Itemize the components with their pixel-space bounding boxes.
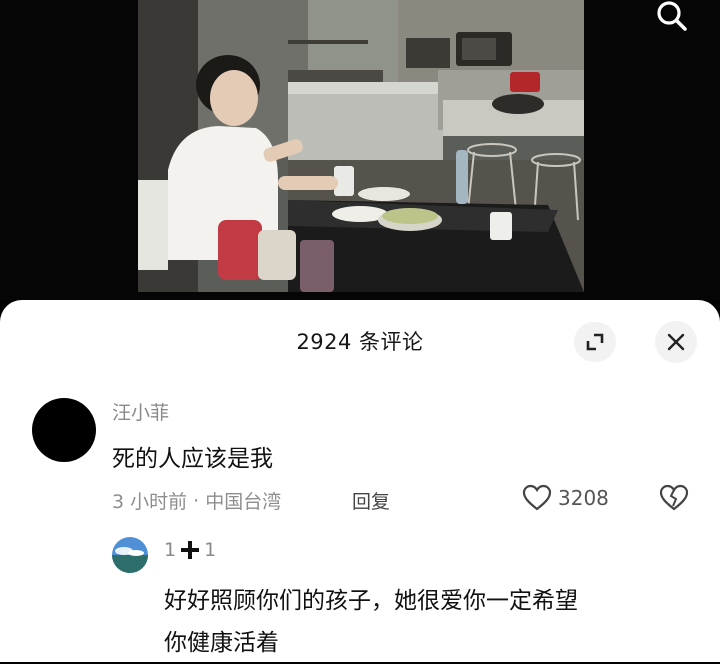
search-icon (657, 1, 687, 31)
reply-username[interactable]: 1 1 (164, 539, 216, 561)
expand-icon (586, 333, 604, 351)
close-button[interactable] (655, 321, 697, 363)
reply-user-b: 1 (204, 539, 217, 561)
comments-header: 2924 条评论 (0, 300, 720, 378)
comment-meta: 3 小时前 · 中国台湾 (112, 487, 281, 514)
reply-text-line2: 你健康活着 (164, 630, 279, 656)
comments-panel: 2924 条评论 汪小菲 死的人应该是我 3 小时前 · 中国台湾 回复 320… (0, 300, 720, 662)
reply-avatar-image (112, 537, 148, 573)
comment-text: 死的人应该是我 (112, 446, 273, 472)
video-frame[interactable] (138, 0, 584, 292)
plus-icon (181, 541, 200, 559)
video-scene (138, 0, 584, 292)
meta-separator: · (193, 489, 200, 512)
avatar[interactable] (32, 398, 96, 462)
like-button[interactable]: 3208 (522, 484, 609, 512)
broken-heart-icon (659, 484, 689, 511)
dislike-button[interactable] (659, 484, 689, 514)
close-icon (667, 333, 685, 351)
like-count: 3208 (558, 486, 609, 510)
comment-time: 3 小时前 (112, 491, 188, 513)
reply-avatar[interactable] (112, 537, 148, 573)
video-area[interactable] (0, 0, 720, 300)
comment-location: 中国台湾 (205, 491, 282, 513)
heart-icon (522, 484, 552, 511)
reply-button[interactable]: 回复 (352, 487, 390, 514)
expand-button[interactable] (574, 322, 616, 362)
search-button[interactable] (650, 0, 694, 36)
reply-user-a: 1 (164, 539, 177, 561)
reply-text-line1: 好好照顾你们的孩子，她很爱你一定希望 (164, 588, 578, 614)
reply-text: 好好照顾你们的孩子，她很爱你一定希望 你健康活着 (164, 580, 684, 664)
comment-username[interactable]: 汪小菲 (112, 398, 169, 425)
